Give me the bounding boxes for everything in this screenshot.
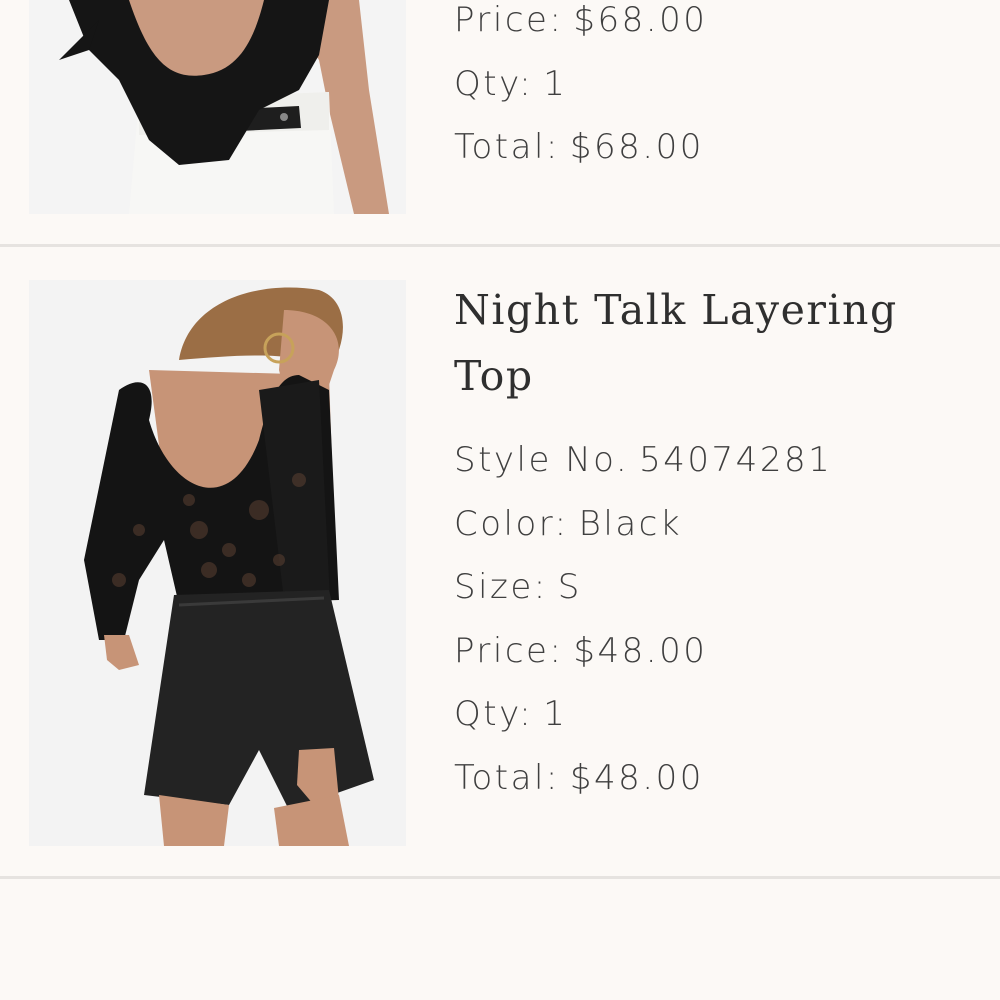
product-image-night-talk-layering-top[interactable] — [29, 280, 406, 846]
qty-line: Qty: 1 — [454, 63, 568, 104]
product-image-ruffle-top[interactable] — [29, 0, 406, 214]
total-line: Total: $48.00 — [454, 757, 704, 798]
item-1-details: Price: $68.00 Qty: 1 Total: $68.00 — [454, 0, 707, 180]
product-title[interactable]: Night Talk Layering Top — [454, 277, 898, 409]
product-photo — [29, 280, 406, 846]
price-line: Price: $68.00 — [454, 0, 708, 40]
item-divider — [0, 876, 1000, 879]
cart-item-2: Night Talk Layering Top Style No. 5407428… — [0, 247, 1000, 877]
qty-line: Qty: 1 — [454, 694, 568, 734]
item-2-details: Night Talk Layering Top Style No. 5407428… — [454, 277, 898, 810]
price-line: Price: $48.00 — [454, 630, 708, 671]
total-line: Total: $68.00 — [454, 127, 704, 167]
cart-item-1: Price: $68.00 Qty: 1 Total: $68.00 — [0, 0, 1000, 246]
color-line: Color: Black — [454, 503, 683, 544]
size-line: Size: S — [454, 567, 582, 607]
style-number-line: Style No. 54074281 — [454, 440, 833, 480]
product-photo — [29, 0, 406, 214]
